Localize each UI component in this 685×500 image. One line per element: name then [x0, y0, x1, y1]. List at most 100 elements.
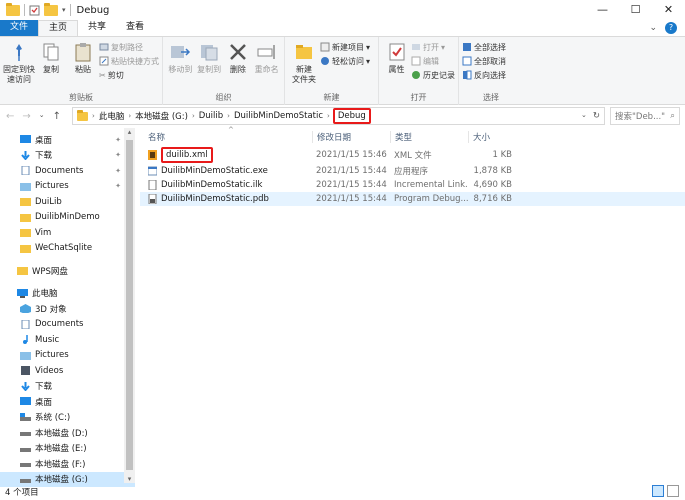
nav-item-videos[interactable]: Videos	[0, 363, 135, 379]
nav-item-drive-f[interactable]: 本地磁盘 (F:)	[0, 456, 135, 472]
folder-icon	[20, 198, 31, 207]
nav-item-duilib[interactable]: DuiLib	[0, 194, 135, 210]
new-folder-icon[interactable]	[44, 2, 58, 16]
back-arrow-icon[interactable]: ←	[6, 111, 14, 122]
scroll-up-icon[interactable]: ▴	[124, 128, 135, 136]
file-row[interactable]: DuilibMinDemoStatic.pdb 2021/1/15 15:44 …	[140, 192, 685, 206]
folder-icon	[20, 213, 31, 222]
breadcrumb-debug[interactable]: Debug	[332, 108, 371, 124]
file-row[interactable]: DuilibMinDemoStatic.exe 2021/1/15 15:44 …	[140, 164, 685, 178]
forward-arrow-icon[interactable]: →	[22, 111, 30, 122]
copy-label: 复制	[43, 65, 59, 74]
select-all-button[interactable]: 全部选择	[462, 41, 506, 53]
xml-file-icon	[148, 150, 157, 160]
pin-icon[interactable]: ✦	[115, 136, 121, 144]
nav-item-3d-objects[interactable]: 3D 对象	[0, 301, 135, 317]
nav-item-label: DuilibMinDemo	[35, 212, 100, 223]
breadcrumb-duilibmindemostatic[interactable]: DuilibMinDemoStatic	[231, 111, 326, 121]
copy-path-button[interactable]: 复制路径	[99, 41, 159, 53]
pin-icon[interactable]: ✦	[115, 151, 121, 159]
edit-button[interactable]: 编辑	[411, 55, 455, 67]
details-view-icon[interactable]	[652, 485, 664, 497]
chevron-right-icon[interactable]: ›	[326, 112, 331, 120]
tab-share[interactable]: 共享	[78, 20, 116, 36]
nav-item-pc-documents[interactable]: Documents	[0, 317, 135, 333]
nav-item-pc-downloads[interactable]: 下载	[0, 379, 135, 395]
breadcrumb-duilib[interactable]: Duilib	[196, 111, 226, 121]
select-none-button[interactable]: 全部取消	[462, 55, 506, 67]
documents-icon	[21, 166, 30, 176]
cloud-folder-icon	[17, 267, 28, 276]
close-button[interactable]: ✕	[652, 0, 685, 20]
refresh-icon[interactable]: ↻	[593, 111, 600, 121]
column-header-date[interactable]: 修改日期	[312, 131, 390, 143]
paste-shortcut-button[interactable]: 粘贴快捷方式	[99, 55, 159, 67]
new-item-button[interactable]: 新建项目 ▾	[320, 41, 370, 53]
nav-item-drive-d[interactable]: 本地磁盘 (D:)	[0, 425, 135, 441]
scrollbar-thumb[interactable]	[126, 140, 133, 470]
delete-icon	[229, 44, 246, 60]
tab-file[interactable]: 文件	[0, 20, 39, 36]
copy-to-icon	[201, 45, 218, 61]
divider	[24, 4, 25, 16]
nav-item-drive-c[interactable]: 系统 (C:)	[0, 410, 135, 426]
nav-item-pc-desktop[interactable]: 桌面	[0, 394, 135, 410]
cut-button[interactable]: ✂ 剪切	[99, 69, 159, 81]
help-icon[interactable]: ?	[665, 22, 677, 34]
properties-icon[interactable]	[29, 5, 40, 16]
nav-item-downloads[interactable]: 下载 ✦	[0, 148, 135, 164]
pin-icon[interactable]: ✦	[115, 182, 121, 190]
invert-selection-button[interactable]: 反向选择	[462, 69, 506, 81]
select-group: 全部选择 全部取消 反向选择 选择	[459, 37, 523, 105]
folder-icon	[6, 2, 20, 16]
minimize-button[interactable]: —	[586, 0, 619, 20]
file-row[interactable]: duilib.xml 2021/1/15 15:46 XML 文件 1 KB	[140, 146, 685, 164]
file-type: Program Debug...	[394, 194, 468, 204]
file-type: Incremental Link...	[394, 180, 468, 190]
nav-item-duilibmindemo[interactable]: DuilibMinDemo	[0, 210, 135, 226]
file-row[interactable]: DuilibMinDemoStatic.ilk 2021/1/15 15:44 …	[140, 178, 685, 192]
address-bar[interactable]: › 此电脑 › 本地磁盘 (G:) › Duilib › DuilibMinDe…	[72, 107, 605, 125]
tab-home[interactable]: 主页	[38, 20, 79, 36]
nav-item-wps-cloud[interactable]: WPS网盘	[0, 263, 135, 279]
search-input[interactable]: 搜索"Deb..." ⌕	[610, 107, 680, 125]
nav-item-pictures[interactable]: Pictures ✦	[0, 179, 135, 195]
address-dropdown-icon[interactable]: ⌄	[581, 111, 587, 121]
tab-view[interactable]: 查看	[116, 20, 154, 36]
nav-item-vim[interactable]: Vim	[0, 225, 135, 241]
recent-dropdown-icon[interactable]: ⌄	[39, 111, 45, 122]
up-arrow-icon[interactable]: ↑	[53, 111, 61, 122]
nav-item-desktop[interactable]: 桌面 ✦	[0, 132, 135, 148]
open-button[interactable]: 打开 ▾	[411, 41, 455, 53]
select-none-icon	[462, 56, 472, 66]
breadcrumb-drive-g[interactable]: 本地磁盘 (G:)	[132, 110, 191, 122]
scroll-down-icon[interactable]: ▾	[124, 475, 135, 483]
nav-item-documents[interactable]: Documents ✦	[0, 163, 135, 179]
group-label-organize: 组织	[215, 93, 232, 102]
nav-scrollbar[interactable]: ▴ ▾	[124, 128, 135, 483]
nav-item-this-pc[interactable]: 此电脑	[0, 286, 135, 302]
desktop-icon	[20, 135, 31, 144]
column-header-type[interactable]: 类型	[390, 131, 468, 143]
folder-icon	[20, 244, 31, 253]
pin-icon[interactable]: ✦	[115, 167, 121, 175]
history-button[interactable]: 历史记录	[411, 69, 455, 81]
large-icons-view-icon[interactable]	[667, 485, 679, 497]
exe-file-icon	[148, 166, 157, 176]
qat-dropdown-icon[interactable]: ▾	[62, 6, 66, 14]
easy-access-button[interactable]: 轻松访问 ▾	[320, 55, 370, 67]
move-to-icon	[171, 46, 191, 58]
clipboard-group: 固定到快 速访问 复制 粘贴 复制路径 粘贴快捷方式 ✂ 剪切 剪贴板	[0, 37, 163, 105]
pictures-icon	[20, 351, 31, 360]
maximize-button[interactable]: ☐	[619, 0, 652, 20]
breadcrumb-this-pc[interactable]: 此电脑	[96, 110, 128, 122]
expand-ribbon-icon[interactable]: ⌄	[649, 20, 657, 36]
nav-item-drive-e[interactable]: 本地磁盘 (E:)	[0, 441, 135, 457]
column-header-size[interactable]: 大小	[468, 131, 514, 143]
nav-item-pc-pictures[interactable]: Pictures	[0, 348, 135, 364]
file-date: 2021/1/15 15:44	[316, 166, 387, 176]
nav-item-music[interactable]: Music	[0, 332, 135, 348]
paste-icon	[75, 43, 91, 62]
nav-item-wechatsqlite[interactable]: WeChatSqlite	[0, 241, 135, 257]
column-header-name[interactable]: 名称	[140, 131, 312, 143]
